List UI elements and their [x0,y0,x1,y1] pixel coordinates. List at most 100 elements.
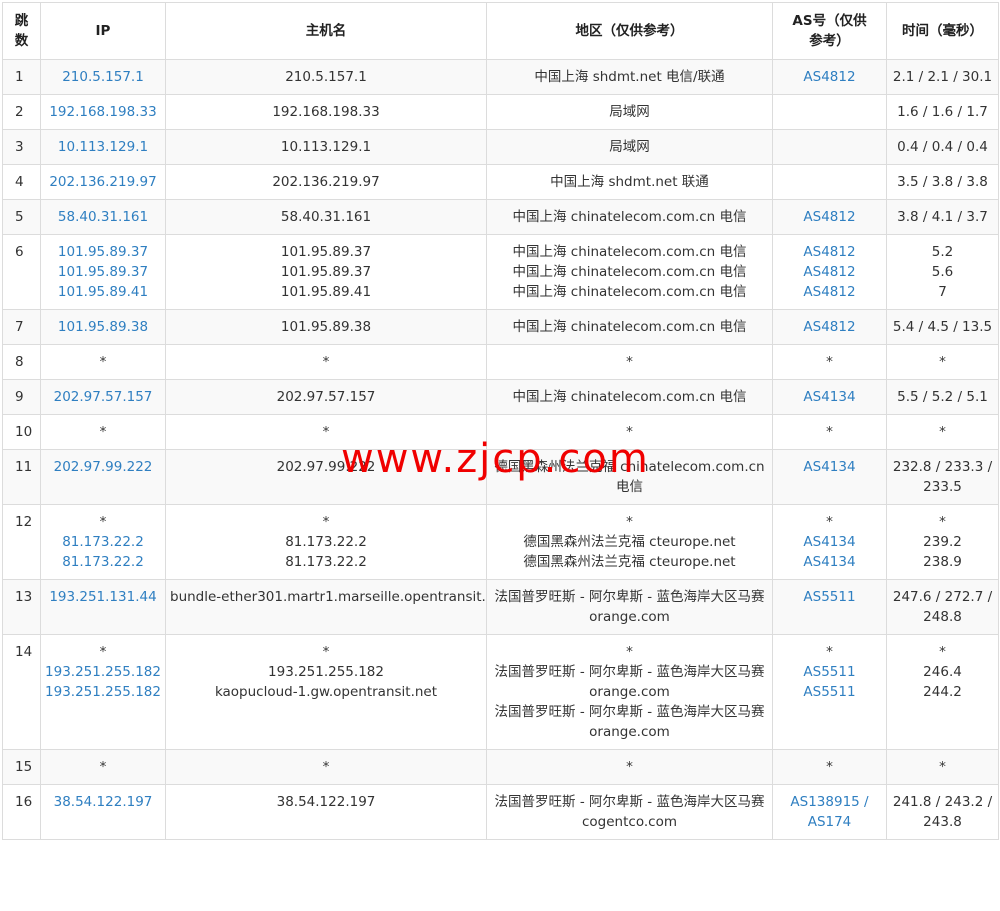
ip-link[interactable]: 101.95.89.41 [45,282,161,302]
as-link[interactable]: AS4812 [777,67,882,87]
region-text: 法国普罗旺斯 - 阿尔卑斯 - 蓝色海岸大区马赛 orange.com [494,704,765,740]
as-link[interactable]: AS4812 [777,282,882,302]
ip-link[interactable]: 202.97.99.222 [45,457,161,477]
host-cell: 202.97.99.222 [165,449,487,505]
host-text: 81.173.22.2 [285,534,367,550]
time-cell: * [886,344,999,380]
ip-link[interactable]: 81.173.22.2 [45,552,161,572]
as-link[interactable]: AS4134 [777,552,882,572]
ip-link[interactable]: 38.54.122.197 [45,792,161,812]
host-cell: 101.95.89.38 [165,309,487,345]
time-text: 244.2 [923,684,962,700]
host-text: 38.54.122.197 [276,794,376,810]
ip-link[interactable]: 202.136.219.97 [45,172,161,192]
as-link[interactable]: AS138915 / AS174 [777,792,882,832]
time-text: 5.5 / 5.2 / 5.1 [897,389,988,405]
as-link[interactable]: AS4812 [777,242,882,262]
region-cell: * [486,414,773,450]
as-cell: * [772,749,887,785]
region-text: 局域网 [609,139,650,155]
region-text: 中国上海 chinatelecom.com.cn 电信 [512,244,747,260]
host-text: 210.5.157.1 [285,69,367,85]
table-row: 12 * 81.173.22.2 81.173.22.2 * 81.173.22.2 81.… [2,504,999,580]
table-row: 3 10.113.129.1 10.113.129.1 局域网 0.4 / 0.4 / … [2,129,999,165]
time-text: 2.1 / 2.1 / 30.1 [892,69,993,85]
time-text: * [939,644,946,660]
ip-cell: 58.40.31.161 [40,199,166,235]
host-text: 101.95.89.37 [280,264,372,280]
region-text: 法国普罗旺斯 - 阿尔卑斯 - 蓝色海岸大区马赛 cogentco.com [494,794,765,830]
host-text: 202.136.219.97 [272,174,380,190]
time-text: 238.9 [923,554,962,570]
time-cell: 232.8 / 233.3 / 233.5 [886,449,999,505]
as-link: * [826,644,833,660]
as-cell [772,94,887,130]
ip-link[interactable]: 101.95.89.37 [45,262,161,282]
ip-link[interactable]: 193.251.255.182 [45,682,161,702]
host-cell: 210.5.157.1 [165,59,487,95]
host-text: 192.168.198.33 [272,104,380,120]
as-link[interactable]: AS4134 [777,387,882,407]
hop-cell: 10 [2,414,41,450]
table-row: 2 192.168.198.33 192.168.198.33 局域网 1.6 / 1.… [2,94,999,130]
host-text: * [322,644,330,660]
region-cell: 中国上海 chinatelecom.com.cn 电信 [486,309,773,345]
host-text: * [322,424,330,440]
as-link[interactable]: AS4812 [777,317,882,337]
table-row: 7 101.95.89.38 101.95.89.38 中国上海 chinatelec… [2,309,999,345]
ip-link[interactable]: 193.251.255.182 [45,662,161,682]
region-cell: * [486,344,773,380]
ip-link[interactable]: 202.97.57.157 [45,387,161,407]
as-link[interactable]: AS5511 [777,587,882,607]
as-link[interactable]: AS5511 [777,662,882,682]
time-cell: 5.4 / 4.5 / 13.5 [886,309,999,345]
hop-cell: 15 [2,749,41,785]
as-cell [772,129,887,165]
time-text: 5.4 / 4.5 / 13.5 [892,319,993,335]
host-text: 101.95.89.37 [280,244,372,260]
ip-cell: 101.95.89.37 101.95.89.37 101.95.89.41 [40,234,166,310]
ip-link[interactable]: 210.5.157.1 [45,67,161,87]
ip-link[interactable]: 192.168.198.33 [45,102,161,122]
hop-cell: 16 [2,784,41,840]
host-cell: * [165,344,487,380]
as-link[interactable]: AS4812 [777,207,882,227]
ip-link[interactable]: 58.40.31.161 [45,207,161,227]
time-cell: 247.6 / 272.7 / 248.8 [886,579,999,635]
time-cell: 3.5 / 3.8 / 3.8 [886,164,999,200]
hop-cell: 7 [2,309,41,345]
as-link[interactable]: AS4134 [777,532,882,552]
hop-cell: 1 [2,59,41,95]
ip-link[interactable]: 193.251.131.44 [45,587,161,607]
header-as: AS号（仅供参考） [772,2,887,60]
ip-cell: 202.97.57.157 [40,379,166,415]
time-cell: * 239.2 238.9 [886,504,999,580]
host-text: 81.173.22.2 [285,554,367,570]
time-cell: 5.5 / 5.2 / 5.1 [886,379,999,415]
as-cell [772,164,887,200]
as-link[interactable]: AS4812 [777,262,882,282]
region-text: 中国上海 chinatelecom.com.cn 电信 [512,284,747,300]
as-cell: * AS4134 AS4134 [772,504,887,580]
ip-link[interactable]: 101.95.89.38 [45,317,161,337]
hop-cell: 14 [2,634,41,750]
ip-cell: 10.113.129.1 [40,129,166,165]
region-text: * [626,644,633,660]
time-cell: 1.6 / 1.6 / 1.7 [886,94,999,130]
ip-cell: * [40,749,166,785]
table-row: 8 * * * * * [2,344,999,380]
time-cell: * [886,749,999,785]
ip-link[interactable]: 81.173.22.2 [45,532,161,552]
host-cell: 202.136.219.97 [165,164,487,200]
as-link[interactable]: AS4134 [777,457,882,477]
region-text: * [626,354,633,370]
ip-cell: * [40,414,166,450]
region-cell: * 德国黑森州法兰克福 cteurope.net 德国黑森州法兰克福 cteurop… [486,504,773,580]
header-time: 时间（毫秒） [886,2,999,60]
region-text: 德国黑森州法兰克福 cteurope.net [523,534,736,550]
as-link[interactable]: AS5511 [777,682,882,702]
hop-cell: 12 [2,504,41,580]
ip-link[interactable]: 10.113.129.1 [45,137,161,157]
ip-link[interactable]: 101.95.89.37 [45,242,161,262]
table-row: 10 * * * * * [2,414,999,450]
